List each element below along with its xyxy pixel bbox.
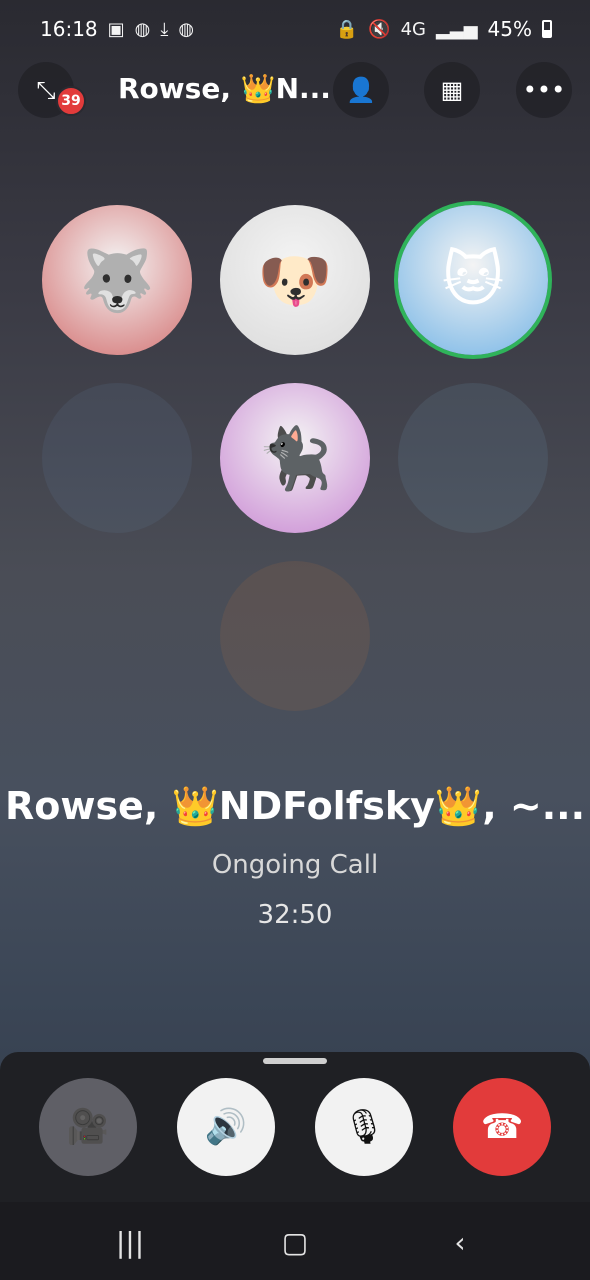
status-right: 🔒 🔇 4G ▂▃▅ 45%	[336, 17, 552, 41]
battery-percent: 45%	[487, 17, 532, 41]
mute-mic-button[interactable]: 🎙	[315, 1078, 413, 1176]
speaker-icon: 🔊	[204, 1107, 248, 1147]
home-icon: ▢	[281, 1225, 309, 1259]
mic-off-icon: 🎙	[342, 1107, 386, 1147]
call-participants-name: Rowse, 👑NDFolfsky👑, ~...	[4, 784, 586, 828]
notification-badge: 39	[56, 86, 86, 116]
minimize-call-button[interactable]: ⤡ 39	[18, 62, 86, 118]
system-nav-bar: ||| ▢ ‹	[0, 1202, 590, 1280]
participant-avatar[interactable]: 🐶	[220, 205, 370, 355]
status-bar: 16:18 ▣ ◍ ⤓ ◍ 🔒 🔇 4G ▂▃▅ 45%	[0, 0, 590, 58]
ghost-avatar	[398, 383, 548, 533]
avatar-image: 🐺	[79, 245, 155, 316]
drag-handle[interactable]	[263, 1058, 327, 1064]
more-options-button[interactable]: •••	[516, 62, 572, 118]
home-button[interactable]: ▢	[265, 1222, 325, 1262]
participant-avatar-speaking[interactable]: 🐱	[398, 205, 548, 355]
call-controls-sheet: 🎥 🔊 🎙 ☎	[0, 1052, 590, 1202]
avatar-image: 🐶	[257, 245, 333, 316]
call-topbar: ⤡ 39 Rowse, 👑N... 👤 ▦ •••	[0, 62, 590, 120]
avatar-image: 🐱	[441, 245, 505, 315]
back-button[interactable]: ‹	[430, 1222, 490, 1262]
collapse-icon: ⤡	[36, 76, 56, 104]
ghost-avatar	[220, 561, 370, 711]
participant-avatar[interactable]: 🐺	[42, 205, 192, 355]
speaker-button[interactable]: 🔊	[177, 1078, 275, 1176]
person-icon: 👤	[346, 76, 376, 104]
discord-icon: ◍	[178, 18, 195, 40]
grid-icon: ▦	[440, 76, 464, 104]
hang-up-button[interactable]: ☎	[453, 1078, 551, 1176]
download-icon: ⤓	[160, 18, 169, 40]
call-title: Rowse, 👑N...	[118, 72, 331, 105]
back-icon: ‹	[454, 1225, 466, 1259]
more-icon: •••	[522, 76, 566, 104]
recent-apps-button[interactable]: |||	[100, 1222, 160, 1262]
recent-apps-icon: |||	[115, 1225, 145, 1259]
avatar-image: 🐈‍⬛	[257, 423, 333, 494]
status-left: 16:18 ▣ ◍ ⤓ ◍	[40, 17, 194, 41]
twitch-icon: ▣	[107, 18, 125, 40]
camera-icon: 🎥	[66, 1107, 110, 1147]
call-status: Ongoing Call	[211, 850, 379, 880]
video-button[interactable]: 🎥	[39, 1078, 137, 1176]
status-time: 16:18	[40, 17, 98, 41]
call-timer: 32:50	[257, 900, 333, 930]
network-indicator: 4G	[400, 18, 427, 40]
grid-view-button[interactable]: ▦	[424, 62, 480, 118]
ghost-avatar	[42, 383, 192, 533]
lock-icon: 🔒	[335, 18, 359, 40]
mute-icon: 🔇	[368, 18, 391, 40]
discord-icon: ◍	[134, 18, 151, 40]
phone-end-icon: ☎	[480, 1107, 524, 1147]
battery-icon	[542, 20, 552, 38]
participant-avatar[interactable]: 🐈‍⬛	[220, 383, 370, 533]
participants-button[interactable]: 👤	[333, 62, 389, 118]
signal-icon: ▂▃▅	[436, 18, 478, 40]
